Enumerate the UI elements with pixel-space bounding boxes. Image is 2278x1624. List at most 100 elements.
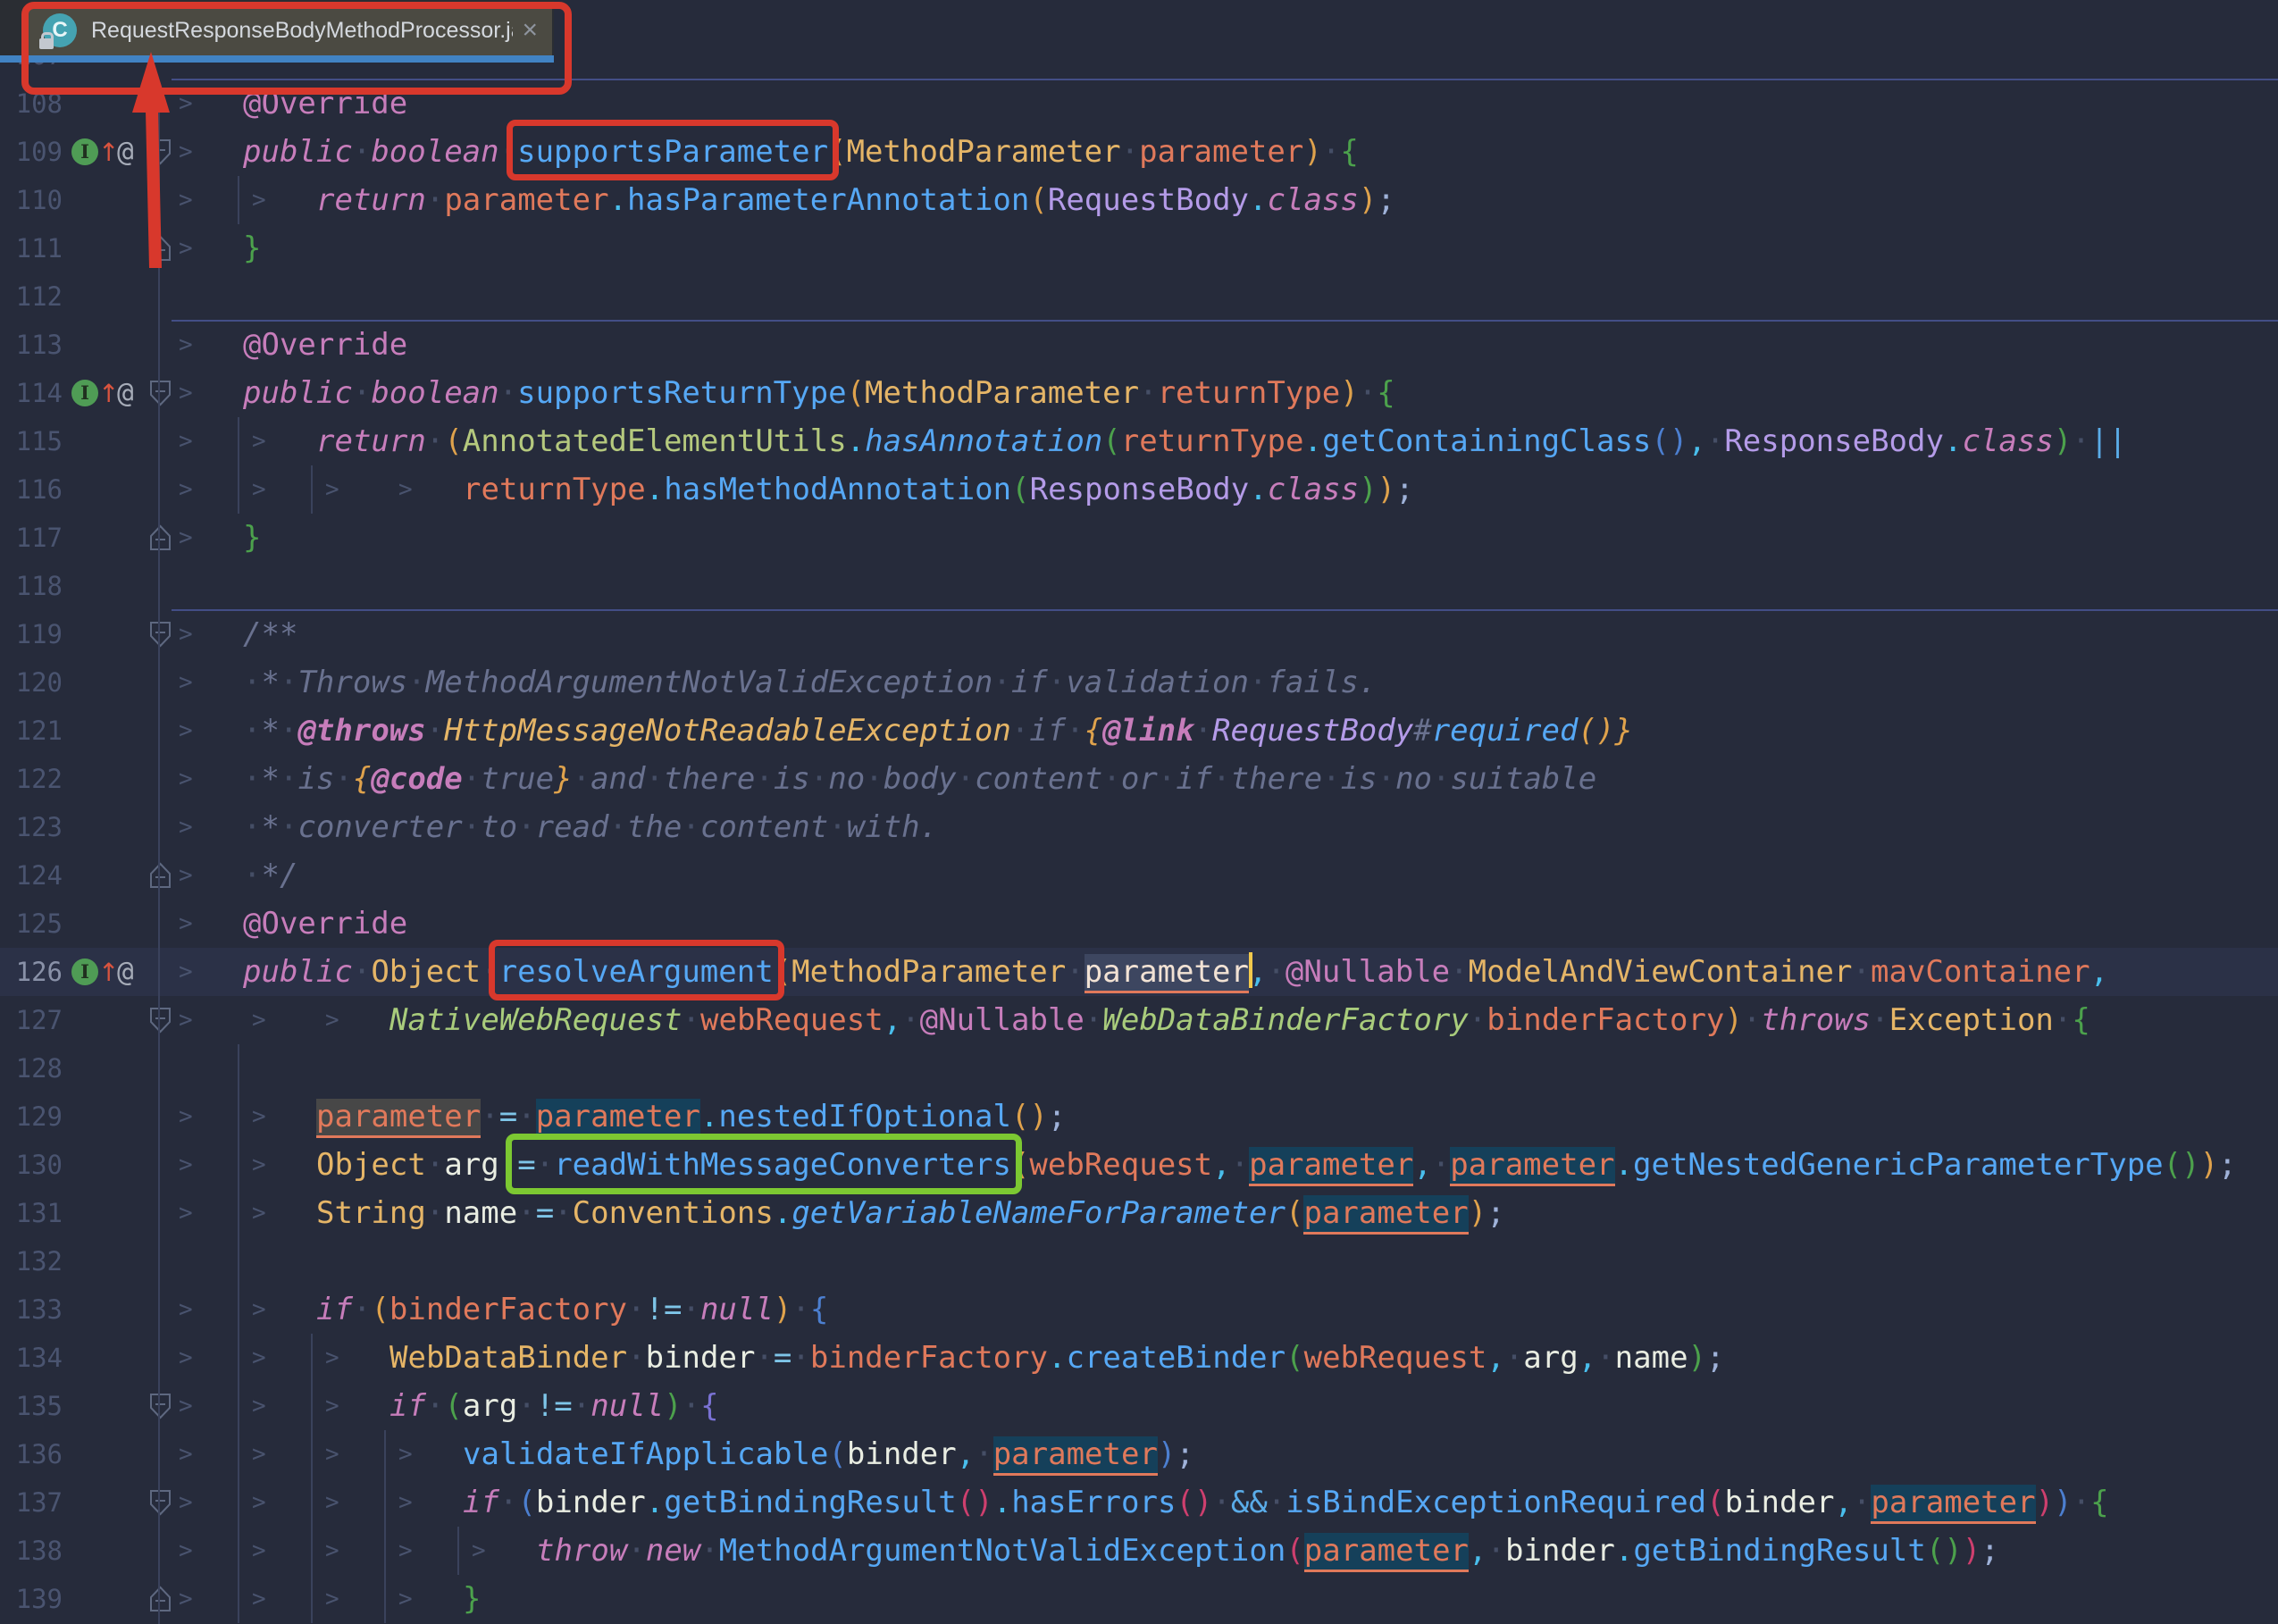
code-token: getBindingResult — [1633, 1533, 1926, 1569]
code-editor[interactable]: 107108>@Override109I↑@>public·boolean·su… — [0, 0, 2278, 1624]
code-line[interactable]: 136 >>>>validateIfApplicable(binder,·para… — [0, 1430, 2278, 1478]
code-line[interactable]: 137>>>>if·(binder.getBindingResult().has… — [0, 1478, 2278, 1527]
code-text: >} — [170, 514, 261, 562]
fold-marker-icon[interactable] — [148, 1489, 172, 1516]
line-number[interactable]: 121 — [0, 707, 63, 755]
code-line[interactable]: 120>·*·Throws·MethodArgumentNotValidExce… — [0, 658, 2278, 707]
code-text: >>>>validateIfApplicable(binder,·paramet… — [170, 1430, 1194, 1478]
line-number[interactable]: 127 — [0, 996, 63, 1044]
code-token: arg — [1523, 1340, 1578, 1376]
code-line[interactable]: 126I↑@>public·Object·resolveArgument(Met… — [0, 948, 2278, 996]
code-line[interactable]: 122>·*·is·{@code·true}·and·there·is·no·b… — [0, 755, 2278, 803]
whitespace-dots: · — [1596, 1340, 1614, 1376]
code-token: getNestedGenericParameterType — [1633, 1147, 2164, 1183]
code-line[interactable]: 112 — [0, 272, 2278, 321]
whitespace-dots: · — [280, 713, 297, 749]
line-number[interactable]: 130 — [0, 1141, 63, 1189]
fold-marker-icon[interactable] — [148, 862, 172, 889]
code-token: ( — [1102, 423, 1120, 459]
line-number[interactable]: 119 — [0, 610, 63, 658]
code-line[interactable]: 117 >} — [0, 514, 2278, 562]
code-line[interactable]: 123>·*·converter·to·read·the·content·wit… — [0, 803, 2278, 851]
whitespace-dots: · — [554, 1195, 572, 1231]
code-line[interactable]: 114I↑@>public·boolean·supportsReturnType… — [0, 369, 2278, 417]
code-line[interactable]: 116>>>>returnType.hasMethodAnnotation(Re… — [0, 465, 2278, 514]
code-line[interactable]: 121>·*·@throws·HttpMessageNotReadableExc… — [0, 707, 2278, 755]
code-token: throws — [1761, 1002, 1871, 1038]
code-line[interactable]: 135>>>if·(arg·!=·null)·{ — [0, 1382, 2278, 1430]
code-line[interactable]: 138>>>>>throw·new·MethodArgumentNotValid… — [0, 1527, 2278, 1575]
line-number[interactable]: 137 — [0, 1478, 63, 1527]
whitespace-dots: · — [1853, 1485, 1871, 1520]
code-token: ; — [1706, 1340, 1724, 1376]
code-line[interactable]: 134>>>WebDataBinder·binder·=·binderFacto… — [0, 1334, 2278, 1382]
line-number[interactable]: 133 — [0, 1285, 63, 1334]
line-number[interactable]: 131 — [0, 1189, 63, 1237]
tab-whitespace-chevron: > — [170, 514, 243, 562]
code-line[interactable]: 132 — [0, 1237, 2278, 1285]
line-number[interactable]: 112 — [0, 272, 63, 321]
code-line[interactable]: 128 — [0, 1044, 2278, 1092]
whitespace-dots: · — [865, 761, 883, 797]
tab-whitespace-chevron: > — [170, 610, 243, 658]
overrides-method-gutter-icon[interactable]: I — [71, 958, 98, 985]
line-number[interactable]: 117 — [0, 514, 63, 562]
line-number[interactable]: 132 — [0, 1237, 63, 1285]
line-number[interactable]: 126 — [0, 948, 63, 996]
code-line[interactable]: 129>>parameter·=·parameter.nestedIfOptio… — [0, 1092, 2278, 1141]
line-number[interactable]: 136 — [0, 1430, 63, 1478]
code-line[interactable]: 127>>>NativeWebRequest·webRequest,·@Null… — [0, 996, 2278, 1044]
fold-marker-icon[interactable] — [148, 621, 172, 648]
code-line[interactable]: 115>>return·(AnnotatedElementUtils.hasAn… — [0, 417, 2278, 465]
line-number[interactable]: 109 — [0, 128, 63, 176]
overrides-method-gutter-icon[interactable]: I — [71, 380, 98, 406]
whitespace-dots: · — [517, 809, 535, 845]
line-number[interactable]: 110 — [0, 176, 63, 224]
code-token: . — [1944, 423, 1962, 459]
code-text: >·*·converter·to·read·the·content·with. — [170, 803, 938, 851]
line-number[interactable]: 113 — [0, 321, 63, 369]
line-number[interactable]: 115 — [0, 417, 63, 465]
code-line[interactable]: 131>>String·name·=·Conventions.getVariab… — [0, 1189, 2278, 1237]
code-line[interactable]: 118 — [0, 562, 2278, 610]
override-up-arrow-icon: ↑ — [98, 375, 119, 413]
code-line[interactable]: 125>@Override — [0, 900, 2278, 948]
fold-marker-icon[interactable] — [148, 1393, 172, 1419]
fold-marker-icon[interactable] — [148, 1007, 172, 1034]
line-number[interactable]: 125 — [0, 900, 63, 948]
fold-marker-icon[interactable] — [148, 524, 172, 551]
code-line[interactable]: 119>/** — [0, 610, 2278, 658]
code-token: , — [1413, 1147, 1431, 1183]
line-number[interactable]: 116 — [0, 465, 63, 514]
code-line[interactable]: 133>>if·(binderFactory·!=·null)·{ — [0, 1285, 2278, 1334]
line-number[interactable]: 120 — [0, 658, 63, 707]
line-number[interactable]: 129 — [0, 1092, 63, 1141]
line-number[interactable]: 134 — [0, 1334, 63, 1382]
line-number[interactable]: 118 — [0, 562, 63, 610]
line-number[interactable]: 123 — [0, 803, 63, 851]
code-line[interactable]: 109I↑@>public·boolean·supportsParameter(… — [0, 128, 2278, 176]
line-number[interactable]: 111 — [0, 224, 63, 272]
overrides-method-gutter-icon[interactable]: I — [71, 138, 98, 165]
line-number[interactable]: 138 — [0, 1527, 63, 1575]
code-token: || — [2090, 423, 2127, 459]
line-number[interactable]: 135 — [0, 1382, 63, 1430]
line-number[interactable]: 128 — [0, 1044, 63, 1092]
code-line[interactable]: 111>} — [0, 224, 2278, 272]
code-token: RequestBody — [1212, 713, 1413, 749]
tab-whitespace-chevron: > — [170, 803, 243, 851]
code-line[interactable]: 113>@Override — [0, 321, 2278, 369]
code-line[interactable]: 139>>>>} — [0, 1575, 2278, 1623]
line-number[interactable]: 139 — [0, 1575, 63, 1623]
whitespace-dots: · — [573, 1388, 590, 1424]
fold-marker-icon[interactable] — [148, 1586, 172, 1612]
code-token: ; — [1395, 472, 1413, 507]
code-line[interactable]: 110>>return·parameter.hasParameterAnnota… — [0, 176, 2278, 224]
line-number[interactable]: 122 — [0, 755, 63, 803]
line-number[interactable]: 114 — [0, 369, 63, 417]
code-line[interactable]: 130>>Object·arg·=·readWithMessageConvert… — [0, 1141, 2278, 1189]
code-line[interactable]: 124>·*/ — [0, 851, 2278, 900]
code-token: hasParameterAnnotation — [627, 182, 1029, 218]
fold-marker-icon[interactable] — [148, 380, 172, 406]
line-number[interactable]: 124 — [0, 851, 63, 900]
